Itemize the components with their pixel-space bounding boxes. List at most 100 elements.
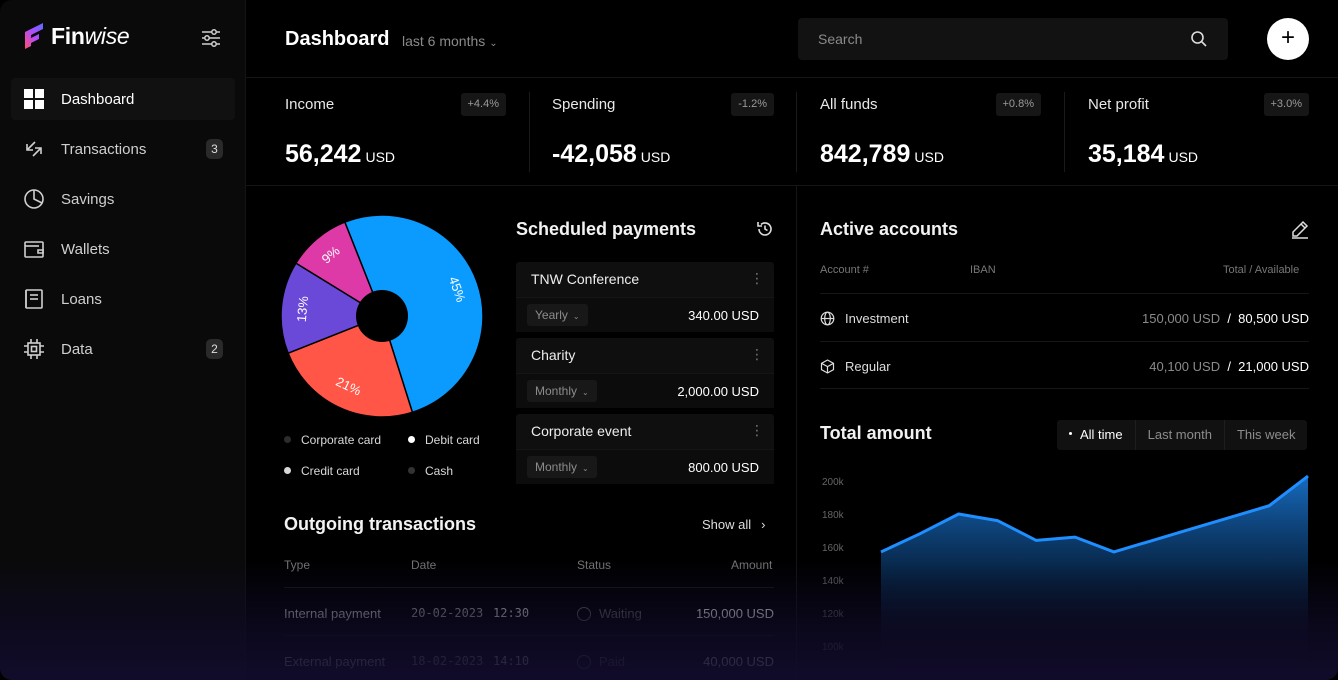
document-icon: [23, 288, 45, 310]
payment-details: Monthly ⌄ 800.00 USD: [516, 449, 774, 484]
more-vertical-icon[interactable]: ⋮: [750, 422, 764, 439]
divider: [529, 92, 530, 172]
stat-value: 842,789 USD: [820, 140, 944, 168]
edit-pencil-icon[interactable]: [1290, 219, 1310, 239]
period-dropdown[interactable]: last 6 months ⌄: [402, 33, 498, 49]
chip-icon: [23, 338, 45, 360]
sidebar-item-dashboard[interactable]: Dashboard: [11, 78, 235, 120]
sidebar-item-loans[interactable]: Loans: [11, 278, 235, 320]
change-badge: +3.0%: [1263, 93, 1309, 116]
time-filter: All time Last month This week: [1057, 420, 1308, 450]
stat-all-funds: All funds +0.8% 842,789 USD: [820, 78, 1041, 186]
page-title: Dashboard: [285, 28, 390, 50]
chevron-right-icon: ›: [761, 517, 766, 532]
active-accounts-title: Active accounts: [820, 219, 959, 239]
total-amount-title: Total amount: [820, 423, 932, 443]
payment-name: Charity: [531, 347, 576, 363]
pie-chart-icon: [23, 188, 45, 210]
y-tick-label: 200k: [822, 477, 845, 488]
sidebar-item-label: Wallets: [61, 240, 110, 258]
payment-name: TNW Conference: [531, 271, 640, 287]
account-name: Investment: [845, 311, 909, 326]
y-tick-label: 180k: [822, 510, 845, 521]
scheduled-payment-card[interactable]: Corporate event ⋮ Monthly ⌄ 800.00 USD: [516, 414, 774, 484]
column-header: Type: [284, 558, 311, 572]
filter-settings-icon[interactable]: [199, 26, 223, 50]
wallet-icon: [23, 238, 45, 260]
legend-dot: [408, 436, 415, 444]
account-row-investment[interactable]: Investment 150,000 USD / 80,500 USD: [820, 293, 1309, 341]
chevron-down-icon: ⌄: [572, 312, 580, 321]
pie-center-hole: [356, 290, 408, 342]
legend-item: Corporate card: [284, 433, 381, 447]
outgoing-transactions-title: Outgoing transactions: [284, 514, 477, 534]
account-row-regular[interactable]: Regular 40,100 USD / 21,000 USD: [820, 341, 1309, 389]
frequency-dropdown[interactable]: Monthly ⌄: [527, 456, 597, 478]
y-tick-label: 100k: [822, 642, 845, 653]
sidebar-item-wallets[interactable]: Wallets: [11, 228, 235, 270]
stat-spending: Spending -1.2% -42,058 USD: [552, 78, 774, 186]
spending-pie-chart: 45% 21% 13% 9%: [280, 214, 484, 418]
table-row[interactable]: Internal payment 20-02-2023 12:30 Waitin…: [284, 587, 774, 635]
sidebar-item-data[interactable]: Data 2: [11, 328, 235, 370]
stat-net-profit: Net profit +3.0% 35,184 USD: [1088, 78, 1309, 186]
legend-item: Debit card: [408, 433, 480, 447]
total-amount-area-chart: 200k 180k 160k 140k 120k 100k: [822, 474, 1309, 664]
brand-logo[interactable]: Finwise: [23, 22, 130, 50]
table-row[interactable]: External payment 18-02-2023 14:10 Paid 4…: [284, 635, 774, 680]
y-tick-label: 140k: [822, 576, 845, 587]
stat-income: Income +4.4% 56,242 USD: [285, 78, 506, 186]
filter-all-time[interactable]: All time: [1057, 420, 1135, 450]
divider: [1064, 92, 1065, 172]
add-button[interactable]: +: [1267, 18, 1309, 60]
grid-icon: [23, 88, 45, 110]
payment-details: Yearly ⌄ 340.00 USD: [516, 297, 774, 332]
column-header: Total / Available: [1223, 264, 1300, 276]
more-vertical-icon[interactable]: ⋮: [750, 346, 764, 363]
filter-this-week[interactable]: This week: [1223, 420, 1308, 450]
scheduled-payments-title: Scheduled payments: [516, 219, 697, 239]
history-icon[interactable]: [756, 220, 774, 238]
top-header: Dashboard last 6 months⌄ +: [246, 0, 1338, 78]
scheduled-payment-card[interactable]: Charity ⋮ Monthly ⌄ 2,000.00 USD: [516, 338, 774, 408]
column-header: Account #: [820, 264, 869, 276]
brand-mark-icon: [23, 22, 45, 50]
account-balance: 40,100 USD / 21,000 USD: [1149, 359, 1309, 374]
stat-label: Income: [285, 96, 335, 113]
arrows-exchange-icon: [23, 138, 45, 160]
app-window: Finwise Dashboard Transactions 3 Savings…: [0, 0, 1338, 680]
column-header: Date: [411, 558, 437, 572]
payment-amount: 340.00 USD: [688, 308, 759, 323]
sidebar-item-label: Dashboard: [61, 90, 135, 108]
show-all-link[interactable]: Show all ›: [702, 517, 765, 532]
frequency-dropdown[interactable]: Yearly ⌄: [527, 304, 588, 326]
account-balance: 150,000 USD / 80,500 USD: [1142, 311, 1309, 326]
filter-last-month[interactable]: Last month: [1134, 420, 1224, 450]
payment-name: Corporate event: [531, 423, 632, 439]
column-header: IBAN: [970, 264, 996, 276]
sidebar: Finwise Dashboard Transactions 3 Savings…: [0, 0, 246, 680]
search-icon[interactable]: [1190, 30, 1208, 48]
more-vertical-icon[interactable]: ⋮: [750, 270, 764, 287]
pie-slice-label: 13%: [294, 295, 311, 323]
stat-label: All funds: [820, 96, 878, 113]
change-badge: -1.2%: [731, 93, 774, 116]
sidebar-item-label: Data: [61, 340, 93, 358]
globe-icon: [820, 311, 835, 326]
clock-icon: [577, 606, 591, 621]
search-input[interactable]: [818, 29, 1178, 49]
pie-chart-svg: 45%21%13%9%: [280, 214, 484, 418]
sidebar-item-label: Transactions: [61, 140, 147, 158]
frequency-dropdown[interactable]: Monthly ⌄: [527, 380, 597, 402]
y-tick-label: 120k: [822, 609, 845, 620]
divider: [796, 92, 797, 172]
payment-details: Monthly ⌄ 2,000.00 USD: [516, 373, 774, 408]
sidebar-nav: Dashboard Transactions 3 Savings Wallets…: [11, 78, 235, 378]
brand-name: Finwise: [51, 22, 130, 49]
column-header: Status: [577, 558, 612, 572]
sidebar-item-transactions[interactable]: Transactions 3: [11, 128, 235, 170]
sidebar-item-savings[interactable]: Savings: [11, 178, 235, 220]
legend-dot: [284, 467, 291, 475]
scheduled-payment-card[interactable]: TNW Conference ⋮ Yearly ⌄ 340.00 USD: [516, 262, 774, 332]
legend-dot: [408, 467, 415, 475]
